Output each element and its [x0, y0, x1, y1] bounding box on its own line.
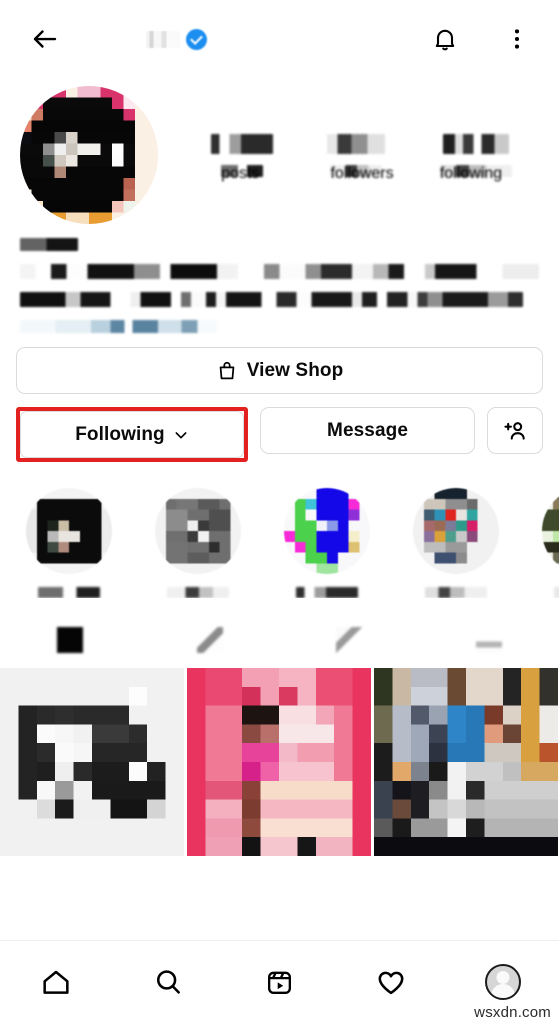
app-header — [0, 0, 559, 78]
message-label: Message — [327, 419, 408, 441]
highlight-cover-image — [412, 488, 499, 574]
highlight-item[interactable] — [391, 488, 520, 598]
grid-icon — [56, 627, 83, 653]
grid-post[interactable] — [187, 668, 371, 856]
highlight-label — [37, 587, 100, 598]
chevron-down-icon — [175, 431, 187, 438]
nav-home[interactable] — [0, 966, 112, 998]
search-icon — [156, 970, 180, 994]
avatar-image — [20, 86, 158, 224]
highlight-cover — [283, 488, 370, 574]
highlight-cover — [154, 488, 241, 574]
avatar[interactable] — [20, 86, 158, 224]
highlight-cover-image — [283, 488, 370, 574]
bio-line-2 — [20, 292, 524, 307]
highlight-label — [166, 587, 229, 598]
shopping-bag-icon — [219, 361, 234, 379]
story-highlights — [0, 462, 559, 598]
back-button[interactable] — [22, 16, 68, 62]
guides-icon — [336, 627, 363, 653]
highlight-item[interactable] — [4, 488, 133, 598]
highlight-cover-image — [541, 488, 559, 574]
posts-grid — [0, 668, 559, 856]
nav-profile[interactable] — [447, 964, 559, 1000]
highlight-item[interactable] — [520, 488, 559, 598]
view-shop-button[interactable]: View Shop — [16, 347, 543, 394]
nav-reels[interactable] — [224, 967, 336, 998]
highlight-label — [553, 587, 559, 598]
stat-following[interactable]: following — [439, 133, 512, 182]
more-vertical-icon — [514, 29, 520, 49]
stats-row: posts followers following — [158, 133, 539, 182]
watermark: wsxdn.com — [474, 1004, 551, 1021]
stat-following-value — [442, 133, 509, 154]
highlight-label — [424, 587, 487, 598]
tagged-icon — [476, 627, 503, 653]
bio-section — [0, 224, 559, 333]
tab-grid[interactable] — [0, 627, 140, 653]
heart-icon — [378, 971, 404, 995]
highlight-item[interactable] — [133, 488, 262, 598]
stat-followers-label: followers — [330, 164, 394, 182]
stat-posts-label: posts — [221, 164, 264, 182]
notifications-button[interactable] — [425, 19, 465, 59]
stat-followers[interactable]: followers — [327, 133, 394, 182]
profile-summary: posts followers following — [0, 78, 559, 224]
nav-search[interactable] — [112, 966, 224, 998]
profile-tabs — [0, 612, 559, 668]
grid-post[interactable] — [0, 668, 184, 856]
following-button-highlight: Following — [16, 407, 248, 462]
post-image-1 — [0, 668, 184, 856]
following-label: Following — [75, 423, 165, 445]
verified-badge-icon — [186, 28, 207, 50]
tab-tagged[interactable] — [419, 627, 559, 653]
highlight-cover — [541, 488, 559, 574]
avatar-icon — [485, 964, 522, 1000]
action-buttons: View Shop Following Message — [0, 333, 559, 462]
stat-posts-value — [211, 133, 274, 154]
header-title — [146, 28, 425, 50]
post-image-3 — [374, 668, 558, 856]
grid-post[interactable] — [374, 668, 558, 856]
message-button[interactable]: Message — [260, 407, 475, 454]
nav-activity[interactable] — [335, 966, 447, 998]
highlight-label — [295, 587, 358, 598]
primary-actions: Following Message — [16, 407, 543, 462]
more-options-button[interactable] — [497, 19, 537, 59]
highlight-cover — [25, 488, 112, 574]
arrow-left-icon — [33, 30, 57, 48]
display-name — [20, 238, 78, 251]
reels-icon — [196, 627, 223, 653]
highlight-cover — [412, 488, 499, 574]
post-image-2 — [187, 668, 371, 856]
view-shop-label: View Shop — [246, 359, 344, 381]
highlight-item[interactable] — [262, 488, 391, 598]
username-label — [146, 30, 180, 48]
highlight-cover-image — [154, 488, 241, 574]
tab-reels[interactable] — [140, 627, 280, 653]
bio-line-1 — [20, 264, 539, 279]
stat-posts[interactable]: posts — [211, 133, 274, 182]
tab-guides[interactable] — [280, 627, 420, 653]
highlight-cover-image — [25, 488, 112, 574]
add-user-button[interactable] — [487, 407, 543, 454]
stat-following-label: following — [439, 164, 512, 182]
following-button[interactable]: Following — [20, 411, 244, 458]
add-user-icon — [504, 421, 525, 440]
bio-link[interactable] — [20, 320, 218, 333]
stat-followers-value — [327, 133, 386, 154]
reels-icon — [267, 971, 291, 994]
bell-icon — [435, 29, 455, 51]
instagram-profile-screen: posts followers following View Shop Foll… — [0, 0, 559, 1023]
home-icon — [43, 970, 69, 994]
header-actions — [425, 19, 537, 59]
